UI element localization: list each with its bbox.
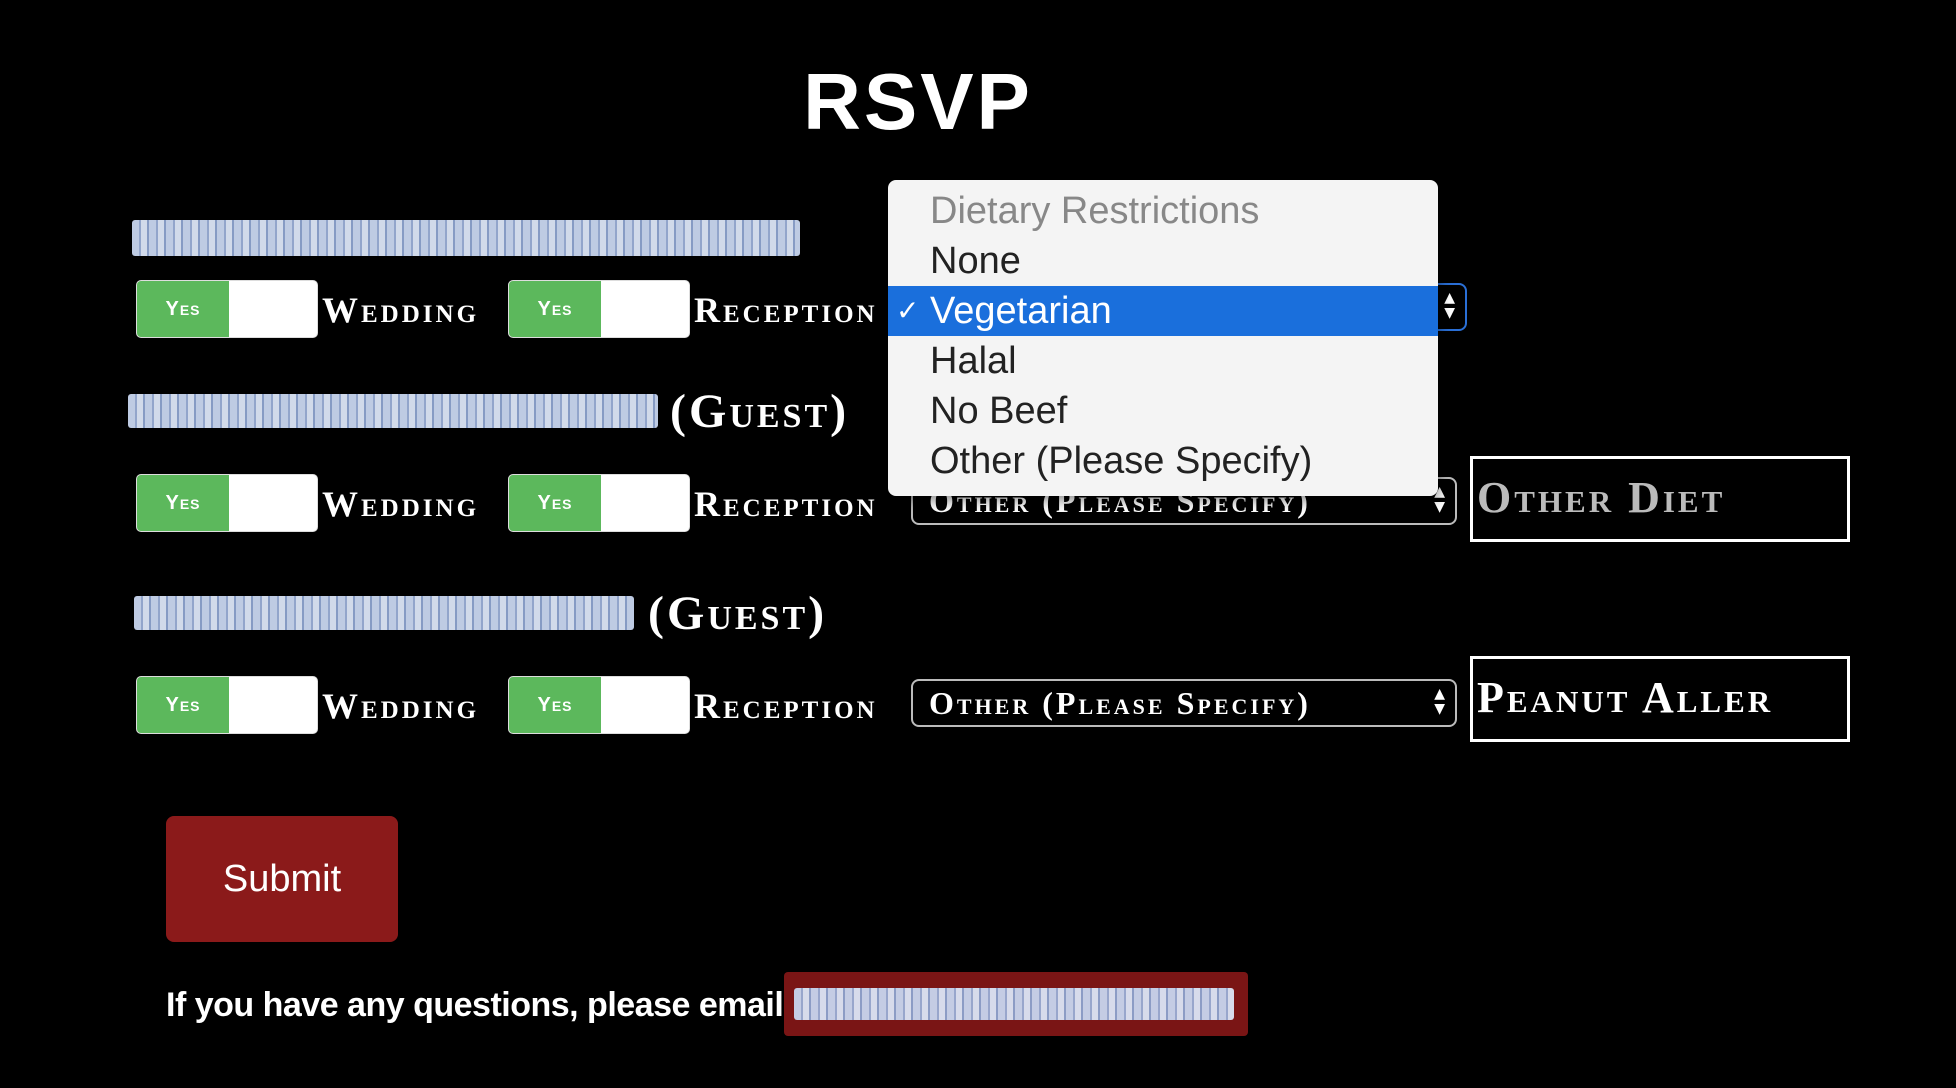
email-link[interactable]	[784, 972, 1248, 1036]
guest-name-redacted	[134, 596, 634, 630]
email-redacted	[794, 988, 1234, 1020]
diet-select-value: Other (Please Specify)	[929, 685, 1311, 721]
diet-select[interactable]: Other (Please Specify) ▲ ▼	[911, 679, 1457, 727]
footer-text: If you have any questions, please email	[166, 986, 784, 1024]
dropdown-option-halal[interactable]: Halal	[888, 336, 1438, 386]
submit-button[interactable]: Submit	[166, 816, 398, 942]
dropdown-option-no-beef[interactable]: No Beef	[888, 386, 1438, 436]
reception-toggle[interactable]: Yes	[508, 474, 690, 532]
reception-label: Reception	[694, 290, 878, 330]
reception-toggle-on: Yes	[509, 475, 601, 531]
select-arrows-icon: ▲ ▼	[1434, 686, 1445, 717]
wedding-toggle-on: Yes	[137, 281, 229, 337]
reception-toggle-on: Yes	[509, 677, 601, 733]
checkmark-icon: ✓	[896, 294, 920, 327]
guest-name-redacted	[132, 220, 800, 256]
reception-label: Reception	[694, 686, 878, 726]
wedding-label: Wedding	[322, 484, 480, 524]
rsvp-title: RSVP	[803, 57, 1033, 146]
dropdown-option-other[interactable]: Other (Please Specify)	[888, 436, 1438, 486]
reception-toggle[interactable]: Yes	[508, 280, 690, 338]
dropdown-option-none[interactable]: None	[888, 236, 1438, 286]
wedding-toggle[interactable]: Yes	[136, 676, 318, 734]
reception-toggle[interactable]: Yes	[508, 676, 690, 734]
dropdown-option-header: Dietary Restrictions	[930, 190, 1260, 232]
wedding-toggle-on: Yes	[137, 677, 229, 733]
guest-name-redacted	[128, 394, 658, 428]
wedding-toggle[interactable]: Yes	[136, 474, 318, 532]
guest-tag: (Guest)	[648, 587, 828, 640]
wedding-label: Wedding	[322, 290, 480, 330]
reception-toggle-on: Yes	[509, 281, 601, 337]
diet-dropdown-menu: Dietary Restrictions None ✓ Vegetarian H…	[888, 180, 1438, 496]
wedding-toggle-on: Yes	[137, 475, 229, 531]
other-diet-input[interactable]: Other Diet	[1470, 456, 1850, 542]
wedding-label: Wedding	[322, 686, 480, 726]
dropdown-option-vegetarian[interactable]: ✓ Vegetarian	[888, 286, 1438, 336]
guest-tag: (Guest)	[670, 385, 850, 438]
other-diet-input[interactable]: Peanut Aller	[1470, 656, 1850, 742]
wedding-toggle[interactable]: Yes	[136, 280, 318, 338]
dropdown-option-label: Vegetarian	[930, 290, 1112, 332]
select-arrows-icon: ▲ ▼	[1444, 290, 1455, 321]
reception-label: Reception	[694, 484, 878, 524]
